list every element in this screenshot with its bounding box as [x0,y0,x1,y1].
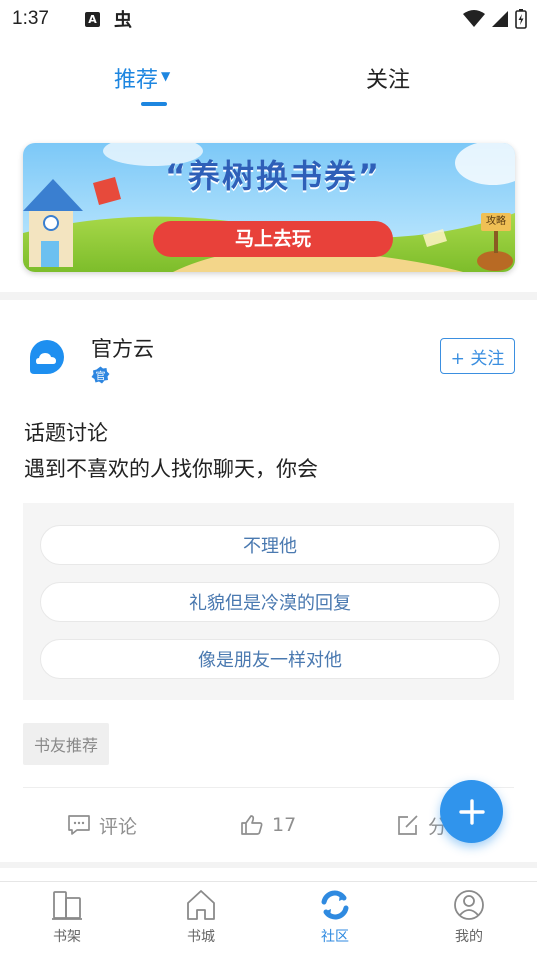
svg-text:官: 官 [96,370,106,383]
divider [23,787,514,788]
plus-icon [458,798,485,825]
nav-community[interactable]: 社区 [295,888,375,954]
top-tabs: 推荐 ▼ 关注 [0,58,537,108]
share-icon [398,815,418,835]
nav-bookstore-label: 书城 [187,929,215,945]
thumbs-up-icon [241,815,263,835]
banner-play-button[interactable]: 马上去玩 [153,221,393,257]
bookstore-icon [187,890,215,920]
create-post-button[interactable] [440,780,503,843]
status-icons [463,9,527,29]
banner-sign-label: 攻略 [486,216,506,227]
nav-community-label: 社区 [321,929,349,945]
follow-button[interactable]: + 关注 [440,338,515,374]
battery-icon [515,9,527,29]
nav-bookshelf[interactable]: 书架 [27,888,107,954]
author-name[interactable]: 官方云 [91,333,154,363]
tab-recommend-label: 推荐 [114,68,159,93]
nav-bookstore[interactable]: 书城 [161,888,241,954]
author-avatar[interactable] [24,334,70,380]
tab-recommend[interactable]: 推荐 ▼ [114,62,170,94]
signal-icon [492,11,508,27]
topic-label[interactable]: 话题讨论 [24,417,108,447]
comment-button[interactable]: 评论 [67,808,137,842]
nav-bookshelf-label: 书架 [53,929,81,945]
comment-label: 评论 [99,815,138,838]
tab-follow[interactable]: 关注 [366,62,410,94]
tag-book-friend-recommend[interactable]: 书友推荐 [23,723,109,765]
banner-title: “养树换书券” [164,157,382,195]
official-badge-icon: 官 [91,366,110,385]
tab-active-indicator [141,102,167,106]
status-time: 1:37 [12,8,49,29]
wifi-icon [463,10,485,27]
like-count: 17 [272,814,297,836]
like-button[interactable]: 17 [240,808,296,842]
post-question[interactable]: 遇到不喜欢的人找你聊天，你会 [24,453,318,483]
bookshelf-icon [52,891,82,920]
dropdown-triangle-icon: ▼ [161,69,171,83]
notification-a-icon: A [84,11,100,27]
vote-option[interactable]: 礼貌但是冷漠的回复 [40,582,500,622]
section-divider [0,292,537,300]
status-bar: 1:37 A 虫 [0,0,537,38]
vote-options: 不理他 礼貌但是冷漠的回复 像是朋友一样对他 [23,503,514,700]
promo-banner[interactable]: “养树换书券” 马上去玩 攻略 [23,143,515,272]
nav-profile[interactable]: 我的 [429,888,509,954]
vote-option[interactable]: 像是朋友一样对他 [40,639,500,679]
vote-option[interactable]: 不理他 [40,525,500,565]
comment-icon [68,815,90,835]
bottom-nav: 书架 书城 社区 我的 [0,881,537,956]
notification-bug-icon: 虫 [113,10,132,31]
cloud-avatar-icon [24,334,70,380]
section-divider [0,862,537,868]
nav-profile-label: 我的 [455,929,483,945]
community-icon [321,890,349,920]
profile-icon [454,890,484,920]
